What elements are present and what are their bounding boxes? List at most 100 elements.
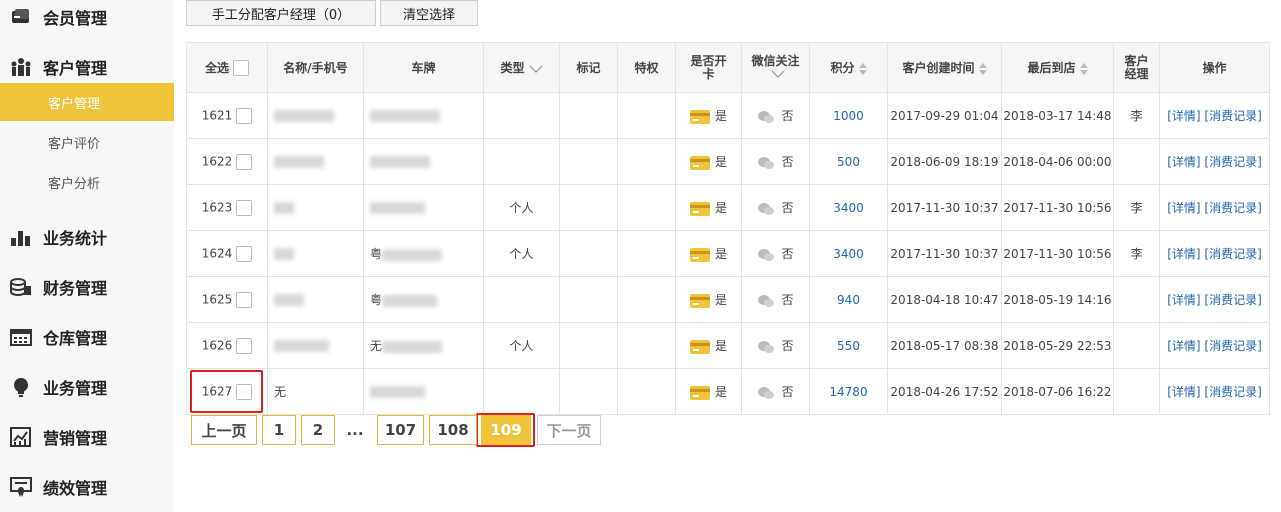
nav-marketing[interactable]: 营销管理 (0, 417, 174, 457)
row-checkbox[interactable] (236, 199, 253, 216)
records-link[interactable]: [消费记录] (1204, 293, 1261, 307)
select-all-checkbox[interactable] (233, 60, 249, 77)
table-row: 1622 是 否 500 2018-06-09 18:19 2018-04-06 00:0… (186, 138, 1270, 185)
page-button-107[interactable]: 107 (377, 415, 424, 445)
nav-business-management[interactable]: 业务管理 (0, 367, 174, 407)
points-value[interactable]: 1000 (833, 109, 864, 123)
created-cell: 2017-11-30 10:37 (887, 230, 1002, 277)
detail-link[interactable]: [详情] (1167, 201, 1200, 215)
detail-link[interactable]: [详情] (1167, 339, 1200, 353)
nav-member-management[interactable]: 会员管理 (0, 0, 174, 37)
records-link[interactable]: [消费记录] (1204, 201, 1261, 215)
sort-icon[interactable] (858, 62, 867, 75)
wechat-cell: 否 (741, 138, 810, 185)
privilege-cell (617, 184, 676, 231)
next-page-button[interactable]: 下一页 (537, 415, 601, 445)
privilege-cell (617, 368, 676, 415)
sidebar: 会员管理 客户管理 客户管理 客户评价 客户分析 业务统计 财务管理 仓库管理 … (0, 0, 174, 512)
points-value[interactable]: 500 (837, 155, 860, 169)
points-cell[interactable]: 1000 (809, 92, 888, 139)
detail-link[interactable]: [详情] (1167, 385, 1200, 399)
subnav-label: 客户管理 (48, 96, 101, 112)
row-checkbox[interactable] (236, 245, 253, 262)
mark-cell (559, 230, 618, 277)
points-value[interactable]: 940 (837, 293, 860, 307)
table-row: 1625 粤 是 否 940 2018-04-18 10:47 2018-05-19 14:… (186, 276, 1270, 323)
nav-finance[interactable]: 财务管理 (0, 267, 174, 307)
page-button-108[interactable]: 108 (429, 415, 477, 445)
row-checkbox[interactable] (236, 291, 253, 308)
col-wechat[interactable]: 微信关注 (741, 42, 810, 93)
wechat-status: 否 (781, 385, 794, 399)
detail-link[interactable]: [详情] (1167, 247, 1200, 261)
last-visit-cell: 2018-05-29 22:53 (1001, 322, 1114, 369)
redacted-name (274, 110, 334, 122)
last-visit-cell: 2018-05-19 14:16 (1001, 276, 1114, 323)
points-value[interactable]: 3400 (833, 201, 864, 215)
nav-customer-management[interactable]: 客户管理 (0, 47, 174, 87)
row-select-cell: 1626 (186, 322, 268, 369)
col-select-all[interactable]: 全选 (186, 42, 268, 93)
row-id: 1623 (201, 200, 233, 214)
plate-cell: 粤 (363, 276, 484, 323)
wechat-cell: 否 (741, 230, 810, 277)
subnav-customer-review[interactable]: 客户评价 (0, 123, 174, 161)
nav-warehouse[interactable]: 仓库管理 (0, 317, 174, 357)
points-value[interactable]: 3400 (833, 247, 864, 261)
col-last-visit[interactable]: 最后到店 (1001, 42, 1114, 93)
redacted-name (274, 156, 324, 168)
points-cell[interactable]: 940 (809, 276, 888, 323)
subnav-customer-analysis[interactable]: 客户分析 (0, 163, 174, 201)
page-button-1[interactable]: 1 (262, 415, 296, 445)
row-checkbox[interactable] (236, 383, 253, 400)
prev-page-button[interactable]: 上一页 (191, 415, 257, 445)
row-select-cell: 1622 (186, 138, 268, 185)
col-created[interactable]: 客户创建时间 (887, 42, 1002, 93)
nav-business-stats[interactable]: 业务统计 (0, 217, 174, 257)
points-cell[interactable]: 14780 (809, 368, 888, 415)
records-link[interactable]: [消费记录] (1204, 339, 1261, 353)
nav-performance[interactable]: 绩效管理 (0, 467, 174, 507)
subnav-customer-management[interactable]: 客户管理 (0, 83, 174, 121)
records-link[interactable]: [消费记录] (1204, 109, 1261, 123)
detail-link[interactable]: [详情] (1167, 155, 1200, 169)
select-all-label: 全选 (204, 60, 229, 75)
row-id: 1622 (201, 154, 233, 168)
row-checkbox[interactable] (236, 153, 253, 170)
chevron-down-icon[interactable] (529, 65, 543, 73)
mark-cell (559, 322, 618, 369)
ops-cell: [详情] [消费记录] (1159, 92, 1270, 139)
col-card: 是否开卡 (675, 42, 742, 93)
sort-icon[interactable] (1079, 62, 1088, 75)
detail-link[interactable]: [详情] (1167, 293, 1200, 307)
card-icon (689, 201, 710, 216)
chevron-down-icon[interactable] (771, 70, 785, 78)
page-button-2[interactable]: 2 (301, 415, 335, 445)
records-link[interactable]: [消费记录] (1204, 385, 1261, 399)
redacted-plate (382, 340, 443, 353)
detail-link[interactable]: [详情] (1167, 109, 1200, 123)
assign-manager-button[interactable]: 手工分配客户经理（0） (186, 0, 376, 26)
page-button-current[interactable]: 109 (481, 415, 531, 445)
col-type[interactable]: 类型 (483, 42, 560, 93)
privilege-cell (617, 230, 676, 277)
clear-selection-button[interactable]: 清空选择 (380, 0, 478, 26)
points-cell[interactable]: 3400 (809, 184, 888, 231)
nav-label: 财务管理 (43, 279, 108, 298)
row-checkbox[interactable] (236, 107, 253, 124)
points-value[interactable]: 550 (837, 339, 860, 353)
row-select-cell: 1627 (186, 368, 268, 415)
redacted-plate (370, 110, 440, 122)
points-cell[interactable]: 3400 (809, 230, 888, 277)
points-cell[interactable]: 500 (809, 138, 888, 185)
name-cell (267, 230, 364, 277)
records-link[interactable]: [消费记录] (1204, 155, 1261, 169)
points-value[interactable]: 14780 (829, 385, 867, 399)
points-cell[interactable]: 550 (809, 322, 888, 369)
row-checkbox[interactable] (236, 337, 253, 354)
sort-icon[interactable] (978, 62, 987, 75)
records-link[interactable]: [消费记录] (1204, 247, 1261, 261)
col-mark: 标记 (559, 42, 618, 93)
name-cell: 无 (267, 368, 364, 415)
col-points[interactable]: 积分 (809, 42, 888, 93)
